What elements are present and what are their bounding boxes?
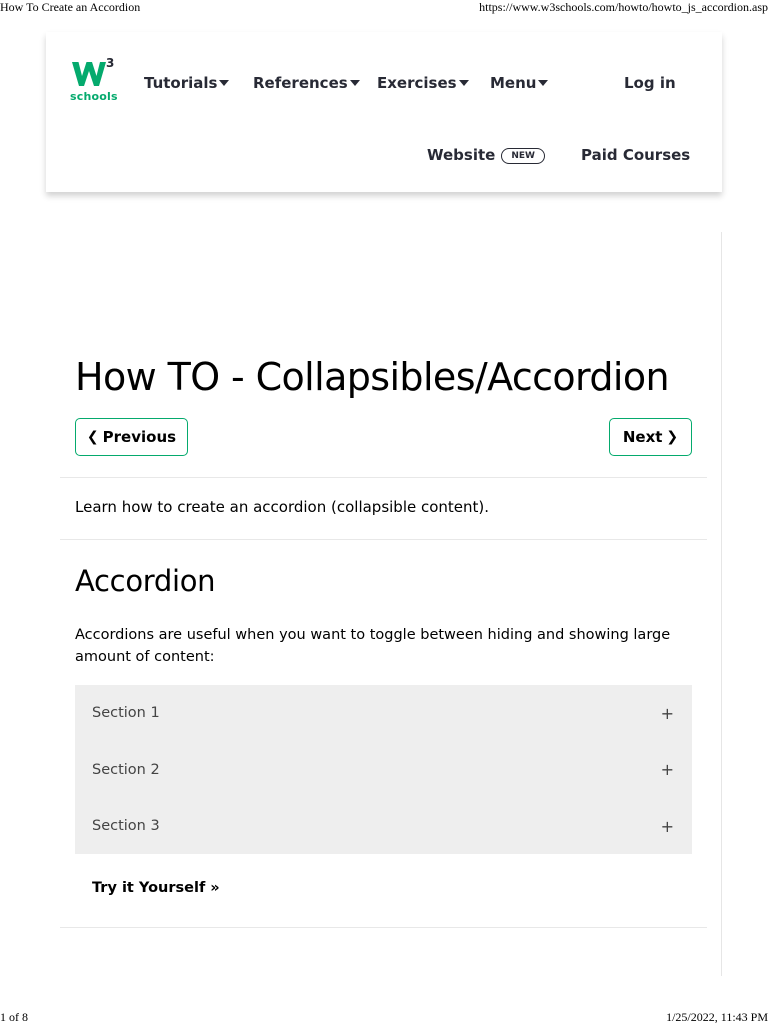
top-navigation: 3 schools Tutorials References Exercises… [46, 32, 722, 192]
nav-exercises-label: Exercises [377, 74, 457, 92]
accordion: Section 1 + Section 2 + Section 3 + [75, 685, 692, 854]
chevron-left-icon: ❮ [86, 429, 99, 445]
previous-button[interactable]: ❮ Previous [75, 418, 188, 456]
nav-references[interactable]: References [253, 74, 360, 92]
print-footer: 1 of 8 1/25/2022, 11:43 PM [0, 1010, 768, 1024]
print-page-number: 1 of 8 [0, 1010, 28, 1024]
nav-references-label: References [253, 74, 348, 92]
logo-superscript: 3 [106, 56, 115, 70]
page: How To Create an Accordion https://www.w… [0, 0, 768, 1024]
nav-website-label: Website [427, 146, 496, 164]
login-label: Log in [624, 74, 676, 92]
scrollbar-track [721, 232, 722, 976]
section-description: Accordions are useful when you want to t… [75, 627, 671, 665]
intro-text: Learn how to create an accordion (collap… [75, 498, 490, 516]
accordion-section-label: Section 1 [92, 705, 160, 722]
accordion-section-label: Section 2 [92, 761, 160, 778]
caret-down-icon [349, 79, 360, 86]
nav-exercises[interactable]: Exercises [377, 74, 469, 92]
accordion-section-3[interactable]: Section 3 + [75, 798, 692, 855]
logo-text: schools [70, 90, 118, 103]
nav-tutorials[interactable]: Tutorials [144, 74, 230, 92]
divider [60, 927, 707, 928]
login-button[interactable]: Log in [624, 74, 676, 92]
print-header: How To Create an Accordion https://www.w… [0, 0, 768, 16]
try-it-yourself-link[interactable]: Try it Yourself » [92, 880, 220, 896]
next-label: Next [622, 428, 663, 446]
plus-icon: + [660, 703, 674, 723]
nav-tutorials-label: Tutorials [144, 74, 218, 92]
page-title: How TO - Collapsibles/Accordion [75, 355, 670, 399]
nav-paid-courses[interactable]: Paid Courses [581, 146, 690, 164]
print-datetime: 1/25/2022, 11:43 PM [666, 1010, 768, 1024]
nav-website[interactable]: Website NEW [427, 146, 545, 164]
w3schools-logo[interactable]: 3 schools [70, 56, 118, 108]
caret-down-icon [458, 79, 469, 86]
next-button[interactable]: Next ❯ [609, 418, 692, 456]
divider [60, 477, 707, 478]
previous-label: Previous [102, 428, 177, 446]
plus-icon: + [660, 760, 674, 780]
nav-paid-courses-label: Paid Courses [581, 146, 691, 164]
accordion-section-label: Section 3 [92, 818, 160, 835]
nav-menu[interactable]: Menu [490, 74, 549, 92]
print-url: https://www.w3schools.com/howto/howto_js… [479, 0, 768, 14]
print-title: How To Create an Accordion [0, 0, 141, 14]
caret-down-icon [219, 79, 230, 86]
new-badge: NEW [501, 147, 545, 164]
nav-menu-label: Menu [490, 74, 537, 92]
caret-down-icon [538, 79, 549, 86]
section-heading: Accordion [75, 564, 216, 598]
accordion-section-2[interactable]: Section 2 + [75, 742, 692, 799]
plus-icon: + [660, 816, 674, 836]
accordion-section-1[interactable]: Section 1 + [75, 685, 692, 742]
chevron-right-icon: ❯ [666, 429, 679, 445]
divider [60, 539, 707, 540]
